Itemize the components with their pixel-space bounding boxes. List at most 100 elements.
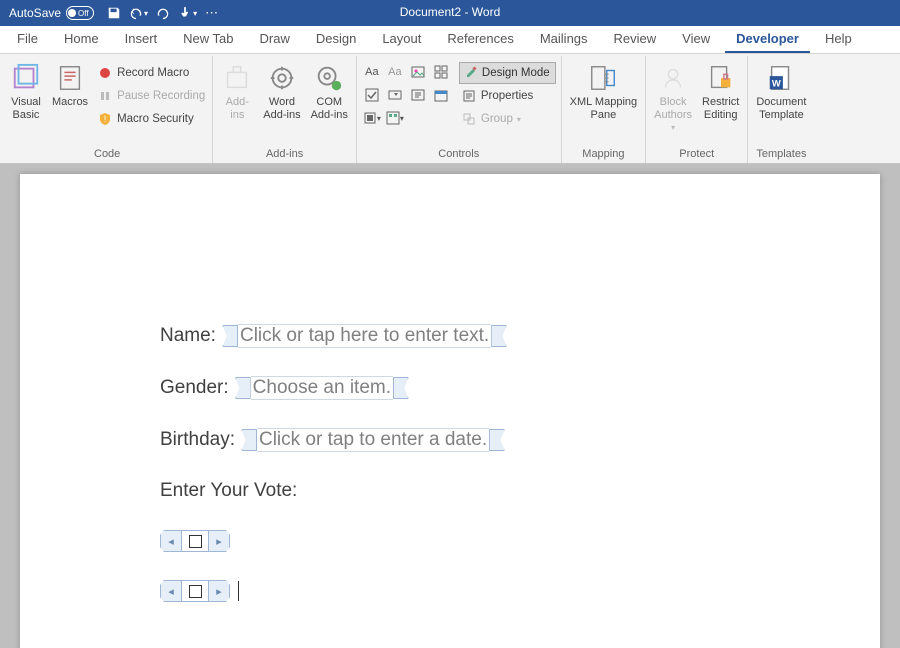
gender-field-line: Gender: Choose an item. [160, 376, 740, 400]
svg-text:!: ! [104, 114, 107, 124]
tab-view[interactable]: View [671, 26, 721, 53]
pause-recording-label: Pause Recording [117, 90, 205, 102]
text-cursor [238, 581, 239, 601]
control-start-tag: ◂ [160, 530, 182, 552]
record-macro-label: Record Macro [117, 67, 189, 79]
tab-review[interactable]: Review [603, 26, 668, 53]
group-code-label: Code [5, 146, 209, 163]
restrict-editing-icon [705, 62, 737, 94]
date-picker-control-icon[interactable] [431, 85, 451, 105]
checkbox-content[interactable] [182, 580, 208, 602]
group-templates-label: Templates [751, 146, 811, 163]
com-addins-icon [313, 62, 345, 94]
checkbox-box [189, 535, 202, 548]
dropdown-control-icon[interactable] [408, 85, 428, 105]
word-addins-button[interactable]: Word Add-ins [258, 60, 305, 142]
document-title: Document2 - Word [400, 5, 500, 19]
control-end-tag: ▸ [208, 530, 230, 552]
tab-mailings[interactable]: Mailings [529, 26, 599, 53]
checkbox-control-icon[interactable] [362, 85, 382, 105]
control-end-tag [489, 429, 505, 451]
record-macro-icon [97, 65, 113, 81]
toggle-state: Off [78, 9, 89, 18]
ribbon: Visual Basic Macros Record Macro Pause R… [0, 54, 900, 164]
macro-security-label: Macro Security [117, 113, 194, 125]
birthday-field-line: Birthday: Click or tap to enter a date. [160, 428, 740, 452]
toggle-knob [68, 9, 76, 17]
tab-help[interactable]: Help [814, 26, 863, 53]
document-background: Name: Click or tap here to enter text. G… [0, 164, 900, 648]
group-mapping: XML Mapping Pane Mapping [562, 56, 646, 163]
legacy-tools-icon[interactable]: ▾ [362, 108, 382, 128]
touch-mode-icon[interactable]: ▾ [178, 6, 197, 20]
tab-developer[interactable]: Developer [725, 26, 810, 53]
gender-content-control[interactable]: Choose an item. [235, 376, 409, 400]
toggle-switch[interactable]: Off [66, 6, 94, 20]
group-templates: W Document Template Templates [748, 56, 814, 163]
addins-icon [221, 62, 253, 94]
tab-home[interactable]: Home [53, 26, 110, 53]
name-content-control[interactable]: Click or tap here to enter text. [222, 324, 507, 348]
control-start-tag: ◂ [160, 580, 182, 602]
tab-layout[interactable]: Layout [371, 26, 432, 53]
group-label-text: Group [481, 113, 513, 125]
macro-security-button[interactable]: ! Macro Security [95, 108, 207, 130]
control-start-tag [241, 429, 257, 451]
com-addins-label: COM Add-ins [311, 96, 348, 121]
tab-insert[interactable]: Insert [114, 26, 169, 53]
macro-security-icon: ! [97, 111, 113, 127]
properties-icon [461, 88, 477, 104]
building-block-control-icon[interactable]: ▾ [385, 108, 405, 128]
title-bar: AutoSave Off ▾ ▾ ⋯ Document2 - Word [0, 0, 900, 26]
visual-basic-icon [10, 62, 42, 94]
checkbox-control-1[interactable]: ◂ ▸ [160, 530, 740, 552]
document-template-label: Document Template [756, 96, 806, 121]
vote-label-line: Enter Your Vote: [160, 480, 740, 502]
pause-recording-button: Pause Recording [95, 85, 207, 107]
gender-placeholder: Choose an item. [251, 376, 393, 400]
document-template-button[interactable]: W Document Template [751, 60, 811, 142]
block-authors-icon [657, 62, 689, 94]
quick-access-toolbar: ▾ ▾ ⋯ [107, 5, 218, 21]
xml-mapping-button[interactable]: XML Mapping Pane [565, 60, 642, 142]
document-page[interactable]: Name: Click or tap here to enter text. G… [20, 174, 880, 648]
customize-qat-icon[interactable]: ⋯ [205, 5, 218, 21]
block-authors-button: Block Authors ▾ [649, 60, 697, 142]
restrict-editing-button[interactable]: Restrict Editing [697, 60, 744, 142]
properties-button[interactable]: Properties [459, 85, 556, 107]
redo-icon[interactable] [156, 6, 170, 20]
control-start-tag [235, 377, 251, 399]
group-protect: Block Authors ▾ Restrict Editing Protect [646, 56, 748, 163]
record-macro-button[interactable]: Record Macro [95, 62, 207, 84]
combobox-control-icon[interactable] [385, 85, 405, 105]
rich-text-control-icon[interactable]: Aa [362, 62, 382, 82]
undo-icon[interactable]: ▾ [129, 6, 148, 20]
save-icon[interactable] [107, 6, 121, 20]
design-mode-button[interactable]: Design Mode [459, 62, 556, 84]
name-field-line: Name: Click or tap here to enter text. [160, 324, 740, 348]
pause-recording-icon [97, 88, 113, 104]
group-controls-label: Controls [360, 146, 558, 163]
tab-draw[interactable]: Draw [249, 26, 301, 53]
autosave-label: AutoSave [9, 6, 61, 20]
birthday-content-control[interactable]: Click or tap to enter a date. [241, 428, 505, 452]
macros-button[interactable]: Macros [47, 60, 93, 142]
word-addins-icon [266, 62, 298, 94]
plain-text-control-icon[interactable]: Aa [385, 62, 405, 82]
repeating-section-control-icon[interactable] [431, 62, 451, 82]
checkbox-content[interactable] [182, 530, 208, 552]
macros-icon [54, 62, 86, 94]
ribbon-tabs: File Home Insert New Tab Draw Design Lay… [0, 26, 900, 54]
picture-control-icon[interactable] [408, 62, 428, 82]
tab-references[interactable]: References [436, 26, 524, 53]
visual-basic-button[interactable]: Visual Basic [5, 60, 47, 142]
group-code: Visual Basic Macros Record Macro Pause R… [2, 56, 213, 163]
com-addins-button[interactable]: COM Add-ins [306, 60, 353, 142]
macros-label: Macros [52, 96, 88, 109]
tab-newtab[interactable]: New Tab [172, 26, 244, 53]
autosave-toggle[interactable]: AutoSave Off [6, 6, 97, 20]
tab-design[interactable]: Design [305, 26, 367, 53]
group-protect-label: Protect [649, 146, 744, 163]
tab-file[interactable]: File [6, 26, 49, 53]
checkbox-control-2[interactable]: ◂ ▸ [160, 580, 740, 602]
